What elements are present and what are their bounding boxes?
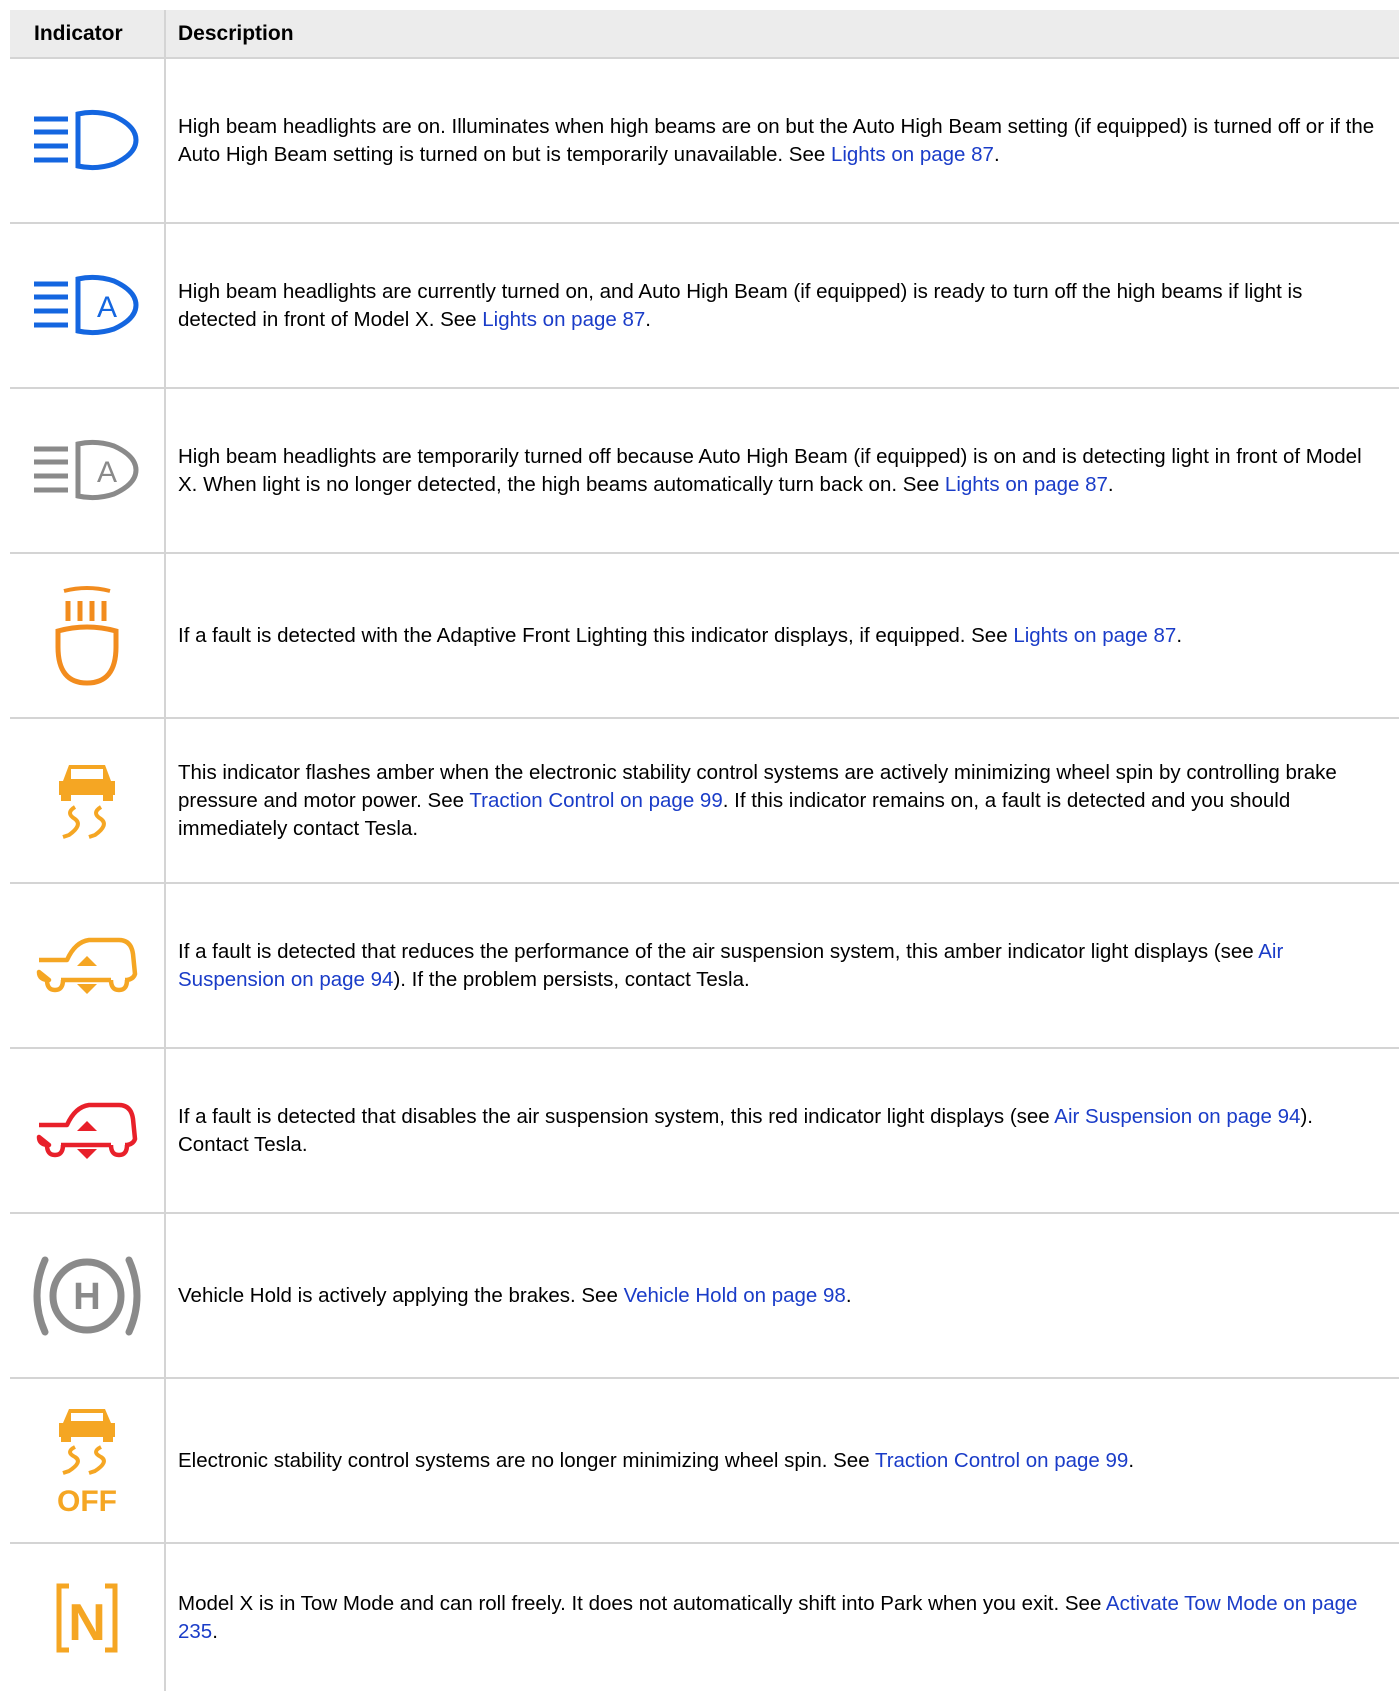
description-cell: Vehicle Hold is actively applying the br…	[165, 1213, 1399, 1379]
indicator-cell: A	[10, 388, 166, 554]
description-cell: If a fault is detected that reduces the …	[165, 883, 1399, 1049]
description-cell: Electronic stability control systems are…	[165, 1378, 1399, 1544]
description-cell: High beam headlights are on. Illuminates…	[165, 58, 1399, 224]
description-cell: This indicator flashes amber when the el…	[165, 718, 1399, 884]
hold-letter: H	[73, 1276, 100, 1318]
indicator-table-wrapper: Indicator Description High beam headligh…	[10, 10, 1399, 1691]
description-text: .	[645, 307, 651, 331]
traction-control-off-icon: OFF	[57, 1408, 117, 1515]
description-text: .	[1128, 1448, 1135, 1472]
tow-letter: N	[68, 1594, 106, 1652]
vehicle-hold-icon: H	[33, 1256, 141, 1335]
description-cell: If a fault is detected with the Adaptive…	[165, 553, 1399, 719]
indicator-cell	[10, 553, 166, 719]
table-row: If a fault is detected with the Adaptive…	[10, 553, 1399, 719]
suspension-red-icon	[36, 1102, 138, 1159]
description-text: .	[212, 1619, 218, 1643]
indicator-table: Indicator Description High beam headligh…	[10, 10, 1399, 1691]
table-row: A High beam headlights are temporarily t…	[10, 388, 1399, 554]
air-suspension-link[interactable]: Air Suspension on page 94	[1054, 1105, 1300, 1128]
description-text: High beam headlights are on. Illuminates…	[178, 114, 1375, 166]
description-text: If a fault is detected with the Adaptive…	[178, 623, 1014, 647]
description-text: .	[1176, 623, 1183, 647]
lights-link[interactable]: Lights on page 87	[831, 143, 994, 166]
description-text: Electronic stability control systems are…	[178, 1448, 875, 1472]
description-text: Model X is in Tow Mode and can roll free…	[178, 1591, 1106, 1615]
description-text: Vehicle Hold is actively applying the br…	[178, 1283, 624, 1307]
table-row: OFF Electronic stability control systems…	[10, 1378, 1399, 1544]
description-text: High beam headlights are temporarily tur…	[178, 444, 1362, 496]
traction-control-link[interactable]: Traction Control on page 99	[469, 789, 722, 812]
tow-mode-icon: N	[56, 1583, 118, 1652]
description-text: .	[993, 142, 1000, 166]
table-row: High beam headlights are on. Illuminates…	[10, 58, 1399, 224]
indicator-cell: A	[10, 223, 166, 389]
header-indicator: Indicator	[10, 10, 165, 59]
indicator-cell	[10, 1048, 166, 1214]
table-row: A High beam headlights are currently tur…	[10, 223, 1399, 389]
description-text: .	[1107, 472, 1114, 496]
suspension-amber-icon	[36, 937, 138, 994]
indicator-cell	[10, 883, 166, 1049]
table-row: If a fault is detected that disables the…	[10, 1048, 1399, 1214]
auto-high-beam-off-icon: A	[34, 439, 139, 500]
indicator-cell: N	[10, 1543, 166, 1691]
traction-control-icon	[59, 764, 115, 839]
lights-link[interactable]: Lights on page 87	[482, 308, 645, 331]
lights-link[interactable]: Lights on page 87	[945, 473, 1108, 496]
auto-letter: A	[97, 291, 117, 324]
vehicle-hold-link[interactable]: Vehicle Hold on page 98	[624, 1284, 846, 1307]
description-cell: If a fault is detected that disables the…	[165, 1048, 1399, 1214]
adaptive-lighting-fault-icon	[55, 585, 119, 686]
header-description: Description	[164, 10, 1399, 59]
table-row: H Vehicle Hold is actively applying the …	[10, 1213, 1399, 1379]
description-text: If a fault is detected that reduces the …	[178, 939, 1259, 963]
auto-letter: A	[97, 456, 117, 489]
traction-control-link[interactable]: Traction Control on page 99	[875, 1449, 1128, 1472]
description-text: If a fault is detected that disables the…	[178, 1104, 1055, 1128]
description-cell: High beam headlights are currently turne…	[165, 223, 1399, 389]
table-header-row: Indicator Description	[10, 10, 1399, 59]
indicator-cell	[10, 718, 166, 884]
description-text: High beam headlights are currently turne…	[178, 279, 1303, 331]
description-text: ). If the problem persists, contact Tesl…	[393, 967, 750, 991]
description-cell: Model X is in Tow Mode and can roll free…	[165, 1543, 1399, 1691]
table-row: If a fault is detected that reduces the …	[10, 883, 1399, 1049]
indicator-cell: H	[10, 1213, 166, 1379]
description-cell: High beam headlights are temporarily tur…	[165, 388, 1399, 554]
indicator-cell	[10, 58, 166, 224]
table-row: N Model X is in Tow Mode and can roll fr…	[10, 1543, 1399, 1691]
auto-high-beam-icon: A	[34, 274, 139, 335]
indicator-cell: OFF	[10, 1378, 166, 1544]
table-row: This indicator flashes amber when the el…	[10, 718, 1399, 884]
high-beam-icon	[34, 109, 139, 170]
lights-link[interactable]: Lights on page 87	[1013, 624, 1176, 647]
off-label: OFF	[57, 1485, 117, 1515]
description-text: .	[845, 1283, 852, 1307]
